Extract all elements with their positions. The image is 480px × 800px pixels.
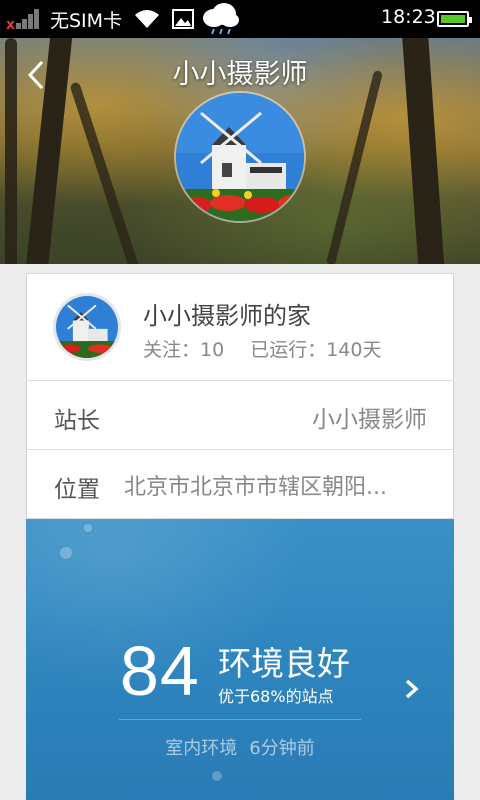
update-time: 6分钟前 (249, 738, 315, 759)
avatar (53, 293, 121, 361)
owner-label: 站长 (54, 408, 100, 434)
air-status: 环境良好 (218, 644, 350, 683)
air-footer: 室内环境 6分钟前 (26, 734, 454, 760)
owner-row: 站长 小小摄影师 (27, 381, 453, 450)
follow-count: 关注：10 (143, 339, 225, 361)
clock: 18:23 (381, 6, 436, 28)
station-avatar[interactable] (174, 91, 306, 223)
air-score: 84 (120, 632, 200, 710)
carrier-text: 无SIM卡 (50, 10, 123, 32)
location-value: 北京市北京市市辖区朝阳... (124, 475, 387, 500)
air-quality-panel[interactable]: 84 环境良好 优于68%的站点 室内环境 6分钟前 (26, 519, 454, 800)
cover-photo: 小小摄影师 (0, 38, 480, 264)
wifi-icon (135, 10, 159, 28)
air-compare: 优于68%的站点 (218, 687, 334, 706)
owner-value: 小小摄影师 (312, 407, 427, 433)
page-title: 小小摄影师 (172, 59, 308, 90)
no-signal-icon: x (6, 7, 39, 32)
station-card: 小小摄影师的家 关注：10 已运行：140天 站长 小小摄影师 位置 北京市北京市… (26, 273, 454, 519)
chevron-right-icon[interactable] (402, 677, 422, 701)
running-days: 已运行：140天 (250, 339, 382, 361)
location-row: 位置 北京市北京市市辖区朝阳... (27, 450, 453, 519)
gallery-icon (172, 9, 194, 29)
battery-icon (437, 11, 472, 27)
status-bar: x 无SIM卡 18:23 (0, 0, 480, 38)
location-label: 位置 (54, 477, 100, 503)
weather-rain-icon (203, 3, 239, 35)
station-name: 小小摄影师的家 (143, 302, 311, 330)
divider (119, 719, 361, 720)
station-stats: 关注：10 已运行：140天 (143, 335, 407, 362)
profile-row[interactable]: 小小摄影师的家 关注：10 已运行：140天 (27, 274, 453, 381)
environment-type: 室内环境 (165, 738, 238, 759)
